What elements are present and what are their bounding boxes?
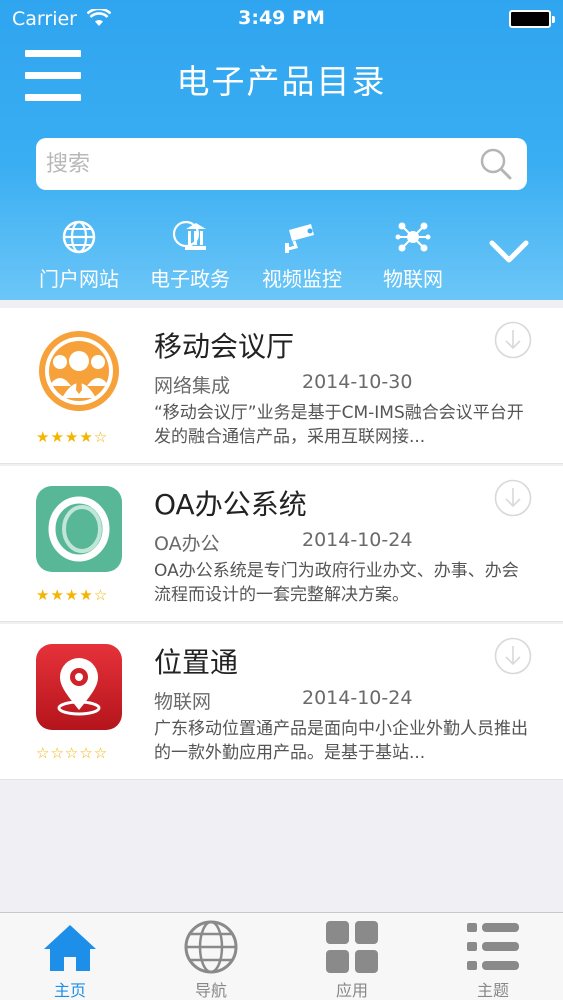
product-name: 移动会议厅 <box>154 330 295 363</box>
globe-icon <box>62 220 96 254</box>
product-category: OA办公 <box>154 533 220 555</box>
chevron-down-icon[interactable] <box>488 237 530 267</box>
home-icon <box>44 925 96 971</box>
category-egov[interactable]: 电子政务 <box>140 215 240 295</box>
product-name: 位置通 <box>154 646 239 679</box>
product-category: 物联网 <box>154 691 212 713</box>
list-item[interactable]: ★★★★☆ 移动会议厅 网络集成 2014-10-30 “移动会议厅”业务是基于… <box>0 308 563 464</box>
battery-icon <box>509 10 555 28</box>
product-date: 2014-10-24 <box>302 687 413 709</box>
tab-home[interactable]: 主页 <box>15 913 125 1000</box>
product-date: 2014-10-24 <box>302 529 413 551</box>
tab-bar: 主页 导航 应用 主题 <box>0 912 563 1000</box>
category-video[interactable]: 视频监控 <box>252 215 352 295</box>
download-icon[interactable] <box>493 478 533 518</box>
rating-stars: ☆☆☆☆☆ <box>36 744 109 762</box>
status-time: 3:49 PM <box>238 7 325 29</box>
search-input[interactable] <box>46 144 466 184</box>
search-bar <box>36 138 527 190</box>
tab-apps[interactable]: 应用 <box>297 913 407 1000</box>
list-icon <box>467 923 519 970</box>
tab-themes[interactable]: 主题 <box>438 913 548 1000</box>
product-category: 网络集成 <box>154 375 231 397</box>
location-app-icon <box>36 644 122 730</box>
tab-navigation[interactable]: 导航 <box>156 913 266 1000</box>
category-bar: 门户网站 电子政务 视频监控 物联网 <box>0 215 563 295</box>
list-item[interactable]: ★★★★☆ OA办公系统 OA办公 2014-10-24 OA办公系统是专门为政… <box>0 466 563 622</box>
product-description: “移动会议厅”业务是基于CM-IMS融合会议平台开发的融合通信产品，采用互联网接… <box>154 403 524 447</box>
globe-icon <box>184 920 238 974</box>
product-date: 2014-10-30 <box>302 371 413 393</box>
page-title: 电子产品目录 <box>176 62 387 101</box>
product-description: OA办公系统是专门为政府行业办文、办事、办会流程而设计的一套完整解决方案。 <box>154 561 519 605</box>
government-icon <box>172 220 206 250</box>
status-bar: Carrier 3:49 PM <box>0 0 563 40</box>
rating-stars: ★★★★☆ <box>36 428 109 446</box>
product-name: OA办公系统 <box>154 488 307 521</box>
download-icon[interactable] <box>493 636 533 676</box>
search-icon[interactable] <box>479 147 513 181</box>
camera-icon <box>285 224 314 253</box>
apps-grid-icon <box>326 921 378 973</box>
product-description: 广东移动位置通产品是面向中小企业外勤人员推出的一款外勤应用产品。是基于基站... <box>154 719 528 763</box>
rating-stars: ★★★★☆ <box>36 586 109 604</box>
download-icon[interactable] <box>493 320 533 360</box>
header: Carrier 3:49 PM 电子产品目录 门户网站 <box>0 0 563 300</box>
oa-app-icon <box>36 486 122 572</box>
category-iot[interactable]: 物联网 <box>363 215 463 295</box>
network-icon <box>395 222 431 252</box>
list-item[interactable]: ☆☆☆☆☆ 位置通 物联网 2014-10-24 广东移动位置通产品是面向中小企… <box>0 624 563 780</box>
meeting-app-icon <box>36 328 122 414</box>
category-portal[interactable]: 门户网站 <box>29 215 129 295</box>
